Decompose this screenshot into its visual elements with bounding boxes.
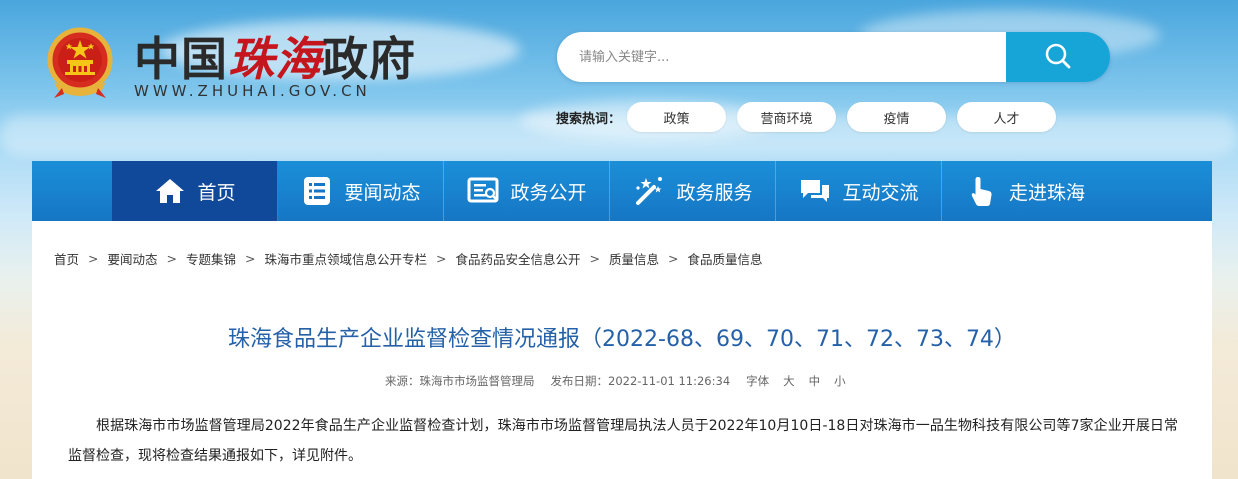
site-title-government: 政府: [322, 32, 416, 86]
nav-item-label: 政务服务: [676, 181, 753, 204]
breadcrumb-topics[interactable]: 专题集锦: [186, 249, 236, 268]
list-icon: [300, 174, 334, 208]
breadcrumb-separator: >: [668, 251, 679, 266]
breadcrumb-separator: >: [88, 251, 99, 266]
magic-wand-icon: [632, 174, 666, 208]
hot-tag-talent[interactable]: 人才: [957, 102, 1056, 132]
site-title-china: 中国: [134, 32, 228, 86]
chat-icon: [798, 174, 832, 208]
hot-search-label: 搜索热词：: [556, 112, 622, 127]
search-input[interactable]: [557, 32, 1006, 82]
document-icon: [466, 174, 500, 208]
breadcrumb-separator: >: [245, 251, 256, 266]
nav-item-interaction[interactable]: 互动交流: [776, 161, 942, 221]
search-button[interactable]: [1006, 32, 1110, 82]
article-date: 发布日期：2022-11-01 11:26:34: [550, 374, 731, 388]
hot-tag-policy[interactable]: 政策: [627, 102, 726, 132]
nav-item-government-services[interactable]: 政务服务: [610, 161, 776, 221]
breadcrumb-quality-info[interactable]: 质量信息: [609, 249, 659, 268]
site-title-zhuhai: 珠海: [228, 32, 322, 86]
nav-item-label: 首页: [197, 181, 236, 204]
main-nav: 首页 要闻动态 政务公开 政务服务 互动交流 走进珠海: [32, 161, 1212, 221]
font-size-controls: 字体 大 中 小: [746, 373, 846, 389]
nav-item-explore-zhuhai[interactable]: 走进珠海: [942, 161, 1108, 221]
font-size-small-button[interactable]: 小: [834, 373, 846, 389]
hot-tag-business-environment[interactable]: 营商环境: [737, 102, 836, 132]
national-emblem-icon: [40, 22, 120, 102]
search-box: [557, 32, 1110, 82]
breadcrumb-home[interactable]: 首页: [54, 249, 79, 268]
nav-item-home[interactable]: 首页: [112, 161, 278, 221]
nav-item-government-affairs-open[interactable]: 政务公开: [444, 161, 610, 221]
breadcrumb-key-areas[interactable]: 珠海市重点领域信息公开专栏: [265, 249, 428, 268]
home-icon: [153, 174, 187, 208]
nav-item-label: 政务公开: [510, 181, 587, 204]
site-title[interactable]: 中国 珠海 政府: [134, 26, 416, 86]
breadcrumb: 首页 > 要闻动态 > 专题集锦 > 珠海市重点领域信息公开专栏 > 食品药品安…: [54, 249, 763, 268]
article-meta: 来源：珠海市市场监督管理局 发布日期：2022-11-01 11:26:34 字…: [385, 373, 846, 389]
breadcrumb-separator: >: [166, 251, 177, 266]
article-title: 珠海食品生产企业监督检查情况通报（2022-68、69、70、71、72、73、…: [228, 327, 1016, 352]
font-size-large-button[interactable]: 大: [783, 373, 795, 389]
breadcrumb-news[interactable]: 要闻动态: [108, 249, 158, 268]
search-icon: [1043, 41, 1073, 74]
font-size-medium-button[interactable]: 中: [809, 373, 821, 389]
hot-tag-epidemic[interactable]: 疫情: [847, 102, 946, 132]
breadcrumb-food-drug-safety[interactable]: 食品药品安全信息公开: [456, 249, 581, 268]
article-container: 首页 > 要闻动态 > 专题集锦 > 珠海市重点领域信息公开专栏 > 食品药品安…: [32, 221, 1212, 479]
nav-item-label: 走进珠海: [1008, 181, 1085, 204]
breadcrumb-food-quality-info[interactable]: 食品质量信息: [688, 249, 763, 268]
font-size-label: 字体: [746, 374, 770, 388]
article-body: 根据珠海市市场监督管理局2022年食品生产企业监督检查计划，珠海市市场监督管理局…: [68, 418, 1178, 464]
nav-item-label: 要闻动态: [344, 181, 421, 204]
hand-pointer-icon: [965, 174, 999, 208]
nav-item-news[interactable]: 要闻动态: [278, 161, 444, 221]
nav-item-label: 互动交流: [842, 181, 919, 204]
site-url: WWW.ZHUHAI.GOV.CN: [134, 82, 371, 100]
hot-search-tags: 政策 营商环境 疫情 人才: [627, 102, 1056, 132]
breadcrumb-separator: >: [436, 251, 447, 266]
breadcrumb-separator: >: [589, 251, 600, 266]
article-source: 来源：珠海市市场监督管理局: [385, 374, 535, 388]
